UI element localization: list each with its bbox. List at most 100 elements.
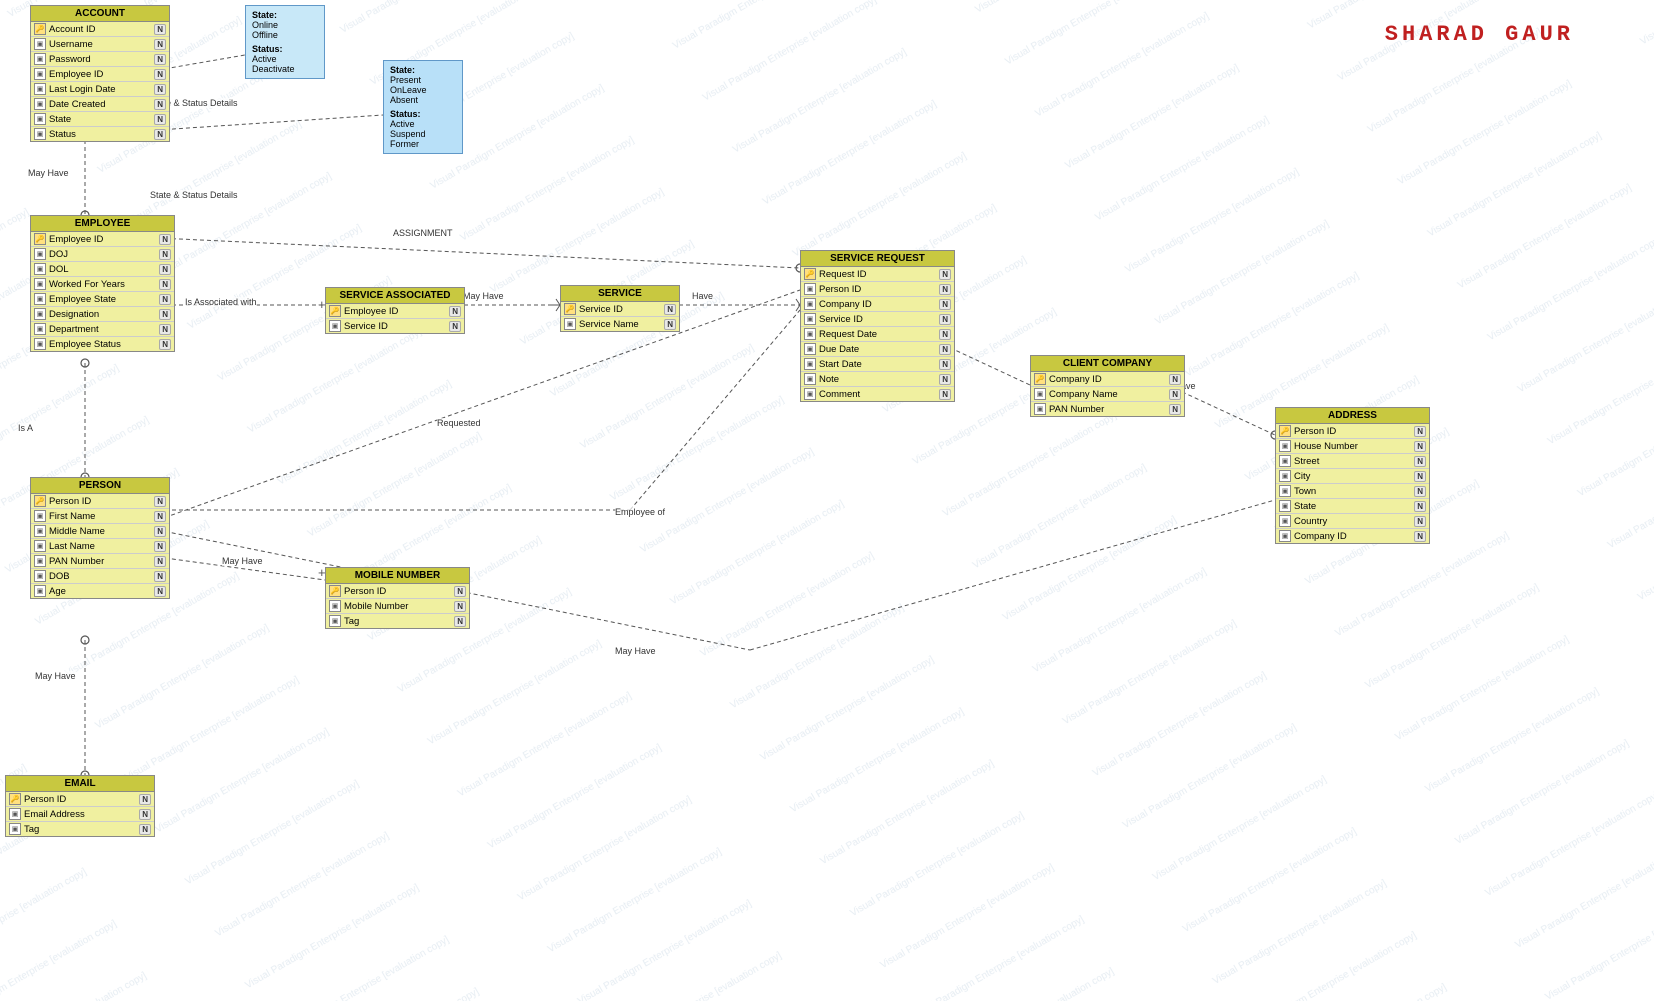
entity-account-row-0: 🔑 Account ID N <box>31 22 169 37</box>
field-icon: ▣ <box>804 298 816 310</box>
entity-service-associated-row-1: ▣ Service ID N <box>326 319 464 333</box>
field-icon: ▣ <box>34 293 46 305</box>
state-popup-2-line5: Status: <box>390 109 456 119</box>
entity-service-request-row-5: ▣ Due Date N <box>801 342 954 357</box>
entity-account-row-7: ▣ Status N <box>31 127 169 141</box>
have-label: Have <box>692 291 713 301</box>
entity-address-row-2: ▣ Street N <box>1276 454 1429 469</box>
entity-person: PERSON 🔑 Person ID N ▣ First Name N ▣ Mi… <box>30 477 170 599</box>
entity-employee-row-1: ▣ DOJ N <box>31 247 174 262</box>
entity-employee-row-4: ▣ Employee State N <box>31 292 174 307</box>
field-icon: ▣ <box>1279 455 1291 467</box>
entity-person-header: PERSON <box>31 478 169 494</box>
entity-account-header: ACCOUNT <box>31 6 169 22</box>
requested-label: Requested <box>437 418 481 428</box>
entity-employee-row-6: ▣ Department N <box>31 322 174 337</box>
entity-email-row-2: ▣ Tag N <box>6 822 154 836</box>
entity-service-request-row-7: ▣ Note N <box>801 372 954 387</box>
entity-service-request-row-4: ▣ Request Date N <box>801 327 954 342</box>
field-icon: ▣ <box>34 128 46 140</box>
entity-service-request-row-1: ▣ Person ID N <box>801 282 954 297</box>
key-icon: 🔑 <box>804 268 816 280</box>
entity-account-row-5: ▣ Date Created N <box>31 97 169 112</box>
entity-account: ACCOUNT 🔑 Account ID N ▣ Username N ▣ Pa… <box>30 5 170 142</box>
state-popup-2-line4: Absent <box>390 95 456 105</box>
entity-person-row-4: ▣ PAN Number N <box>31 554 169 569</box>
field-icon: ▣ <box>1034 403 1046 415</box>
field-icon: ▣ <box>9 823 21 835</box>
field-icon: ▣ <box>329 600 341 612</box>
state-popup-2-line8: Former <box>390 139 456 149</box>
entity-service: SERVICE 🔑 Service ID N ▣ Service Name N <box>560 285 680 332</box>
field-icon: ▣ <box>34 585 46 597</box>
entity-address-row-7: ▣ Company ID N <box>1276 529 1429 543</box>
may-have-label-4: May Have <box>35 671 76 681</box>
entity-service-associated-row-0: 🔑 Employee ID N <box>326 304 464 319</box>
entity-service-request-row-3: ▣ Service ID N <box>801 312 954 327</box>
key-icon: 🔑 <box>34 23 46 35</box>
field-icon: ▣ <box>1279 500 1291 512</box>
entity-account-row-6: ▣ State N <box>31 112 169 127</box>
key-icon: 🔑 <box>9 793 21 805</box>
field-icon: ▣ <box>1279 485 1291 497</box>
state-popup-1-line4: Status: <box>252 44 318 54</box>
key-icon: 🔑 <box>34 233 46 245</box>
entity-account-row-4: ▣ Last Login Date N <box>31 82 169 97</box>
entity-employee-row-3: ▣ Worked For Years N <box>31 277 174 292</box>
field-icon: ▣ <box>34 308 46 320</box>
state-popup-1-line2: Online <box>252 20 318 30</box>
may-have-label-3: May Have <box>222 556 263 566</box>
entity-person-row-1: ▣ First Name N <box>31 509 169 524</box>
entity-service-row-0: 🔑 Service ID N <box>561 302 679 317</box>
field-icon: ▣ <box>34 278 46 290</box>
entity-address-row-6: ▣ Country N <box>1276 514 1429 529</box>
entity-email-row-1: ▣ Email Address N <box>6 807 154 822</box>
field-icon: ▣ <box>34 38 46 50</box>
field-icon: ▣ <box>9 808 21 820</box>
field-icon: ▣ <box>34 248 46 260</box>
field-icon: ▣ <box>329 320 341 332</box>
state-popup-1-line5: Active <box>252 54 318 64</box>
entity-service-associated: SERVICE ASSOCIATED 🔑 Employee ID N ▣ Ser… <box>325 287 465 334</box>
entity-employee-row-2: ▣ DOL N <box>31 262 174 277</box>
entity-mobile-number-row-1: ▣ Mobile Number N <box>326 599 469 614</box>
may-have-label-2: May Have <box>463 291 504 301</box>
entity-address-row-0: 🔑 Person ID N <box>1276 424 1429 439</box>
entity-email-header: EMAIL <box>6 776 154 792</box>
entity-email: EMAIL 🔑 Person ID N ▣ Email Address N ▣ … <box>5 775 155 837</box>
entity-service-request-header: SERVICE REQUEST <box>801 251 954 267</box>
field-icon: ▣ <box>804 343 816 355</box>
state-popup-2-line2: Present <box>390 75 456 85</box>
entity-mobile-number-row-2: ▣ Tag N <box>326 614 469 628</box>
is-a-label: Is A <box>18 423 33 433</box>
entity-client-company-row-2: ▣ PAN Number N <box>1031 402 1184 416</box>
entity-service-associated-header: SERVICE ASSOCIATED <box>326 288 464 304</box>
state-popup-2-line1: State: <box>390 65 456 75</box>
field-icon: ▣ <box>34 338 46 350</box>
state-popup-1-line1: State: <box>252 10 318 20</box>
field-icon: ▣ <box>34 540 46 552</box>
field-icon: ▣ <box>329 615 341 627</box>
entity-person-row-5: ▣ DOB N <box>31 569 169 584</box>
field-icon: ▣ <box>34 68 46 80</box>
entity-account-row-2: ▣ Password N <box>31 52 169 67</box>
state-popup-2: State: Present OnLeave Absent Status: Ac… <box>383 60 463 154</box>
entity-employee: EMPLOYEE 🔑 Employee ID N ▣ DOJ N ▣ DOL N… <box>30 215 175 352</box>
field-icon: ▣ <box>34 570 46 582</box>
field-icon: ▣ <box>34 555 46 567</box>
key-icon: 🔑 <box>329 305 341 317</box>
entity-mobile-number-header: MOBILE NUMBER <box>326 568 469 584</box>
state-popup-2-line6: Active <box>390 119 456 129</box>
entity-client-company-header: CLIENT COMPANY <box>1031 356 1184 372</box>
entity-email-row-0: 🔑 Person ID N <box>6 792 154 807</box>
field-icon: ▣ <box>34 263 46 275</box>
entity-address-header: ADDRESS <box>1276 408 1429 424</box>
entity-service-request: SERVICE REQUEST 🔑 Request ID N ▣ Person … <box>800 250 955 402</box>
entity-employee-header: EMPLOYEE <box>31 216 174 232</box>
entity-person-row-2: ▣ Middle Name N <box>31 524 169 539</box>
entity-mobile-number-row-0: 🔑 Person ID N <box>326 584 469 599</box>
field-icon: ▣ <box>34 53 46 65</box>
field-icon: ▣ <box>34 83 46 95</box>
entity-service-request-row-8: ▣ Comment N <box>801 387 954 401</box>
state-status-details-label-2: State & Status Details <box>150 190 238 200</box>
